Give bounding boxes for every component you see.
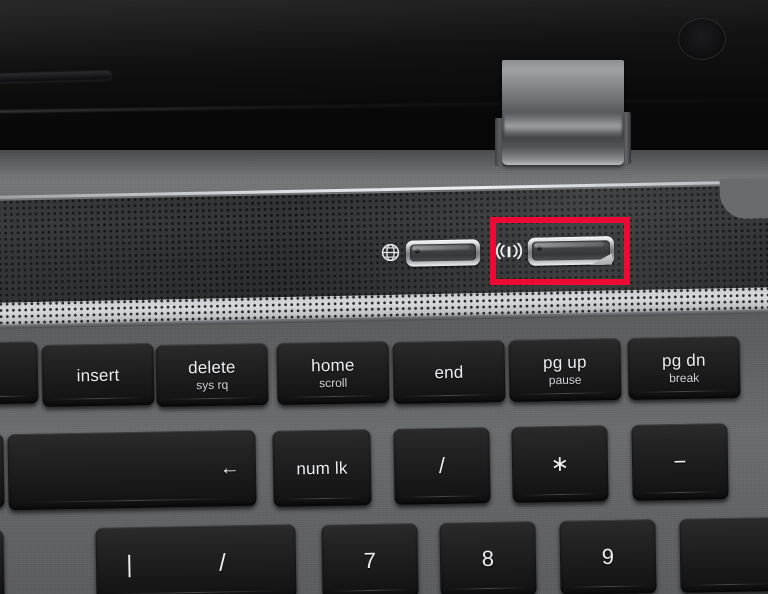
- key-numpad-minus[interactable]: −: [631, 423, 729, 501]
- key-numpad-divide[interactable]: /: [393, 427, 491, 505]
- deck-top-shadow: [0, 150, 768, 180]
- globe-icon: [381, 243, 400, 262]
- key-backspace-primary-label: ←: [219, 456, 241, 479]
- key-partial-left-2[interactable]: [0, 433, 5, 509]
- web-browser-button[interactable]: [405, 239, 481, 267]
- annotation-rectangle: [490, 217, 630, 285]
- keyboard: insert delete sys rq home scroll end pg up paus…: [0, 330, 768, 594]
- key-numpad-7-primary-label: 7: [363, 547, 377, 574]
- key-num-lock[interactable]: num lk: [272, 429, 372, 507]
- key-page-up[interactable]: pg up pause: [508, 337, 622, 403]
- key-numpad-7[interactable]: 7: [321, 523, 419, 594]
- hinge-gloss: [504, 112, 622, 138]
- key-page-down[interactable]: pg dn break: [627, 335, 741, 401]
- key-delete-secondary-label: sys rq: [196, 377, 229, 393]
- key-page-down-primary-label: pg dn: [661, 350, 706, 371]
- key-numpad-minus-primary-label: −: [673, 448, 687, 475]
- key-end-primary-label: end: [434, 362, 464, 382]
- key-numpad-divide-primary-label: /: [438, 452, 446, 479]
- key-home-primary-label: home: [311, 355, 355, 376]
- key-partial-right[interactable]: [679, 517, 768, 593]
- key-home-secondary-label: scroll: [319, 375, 348, 391]
- key-numpad-8-primary-label: 8: [481, 545, 495, 572]
- key-numpad-8[interactable]: 8: [439, 521, 537, 594]
- key-backslash[interactable]: | /: [95, 524, 297, 594]
- key-page-down-secondary-label: break: [669, 370, 700, 386]
- key-delete-primary-label: delete: [187, 357, 236, 378]
- key-numpad-multiply-primary-label: ∗: [550, 450, 570, 477]
- key-backslash-primary-label: | /: [125, 548, 267, 578]
- screenshot-root: insert delete sys rq home scroll end pg up paus…: [0, 0, 768, 594]
- key-page-up-secondary-label: pause: [548, 372, 582, 388]
- key-end[interactable]: end: [392, 339, 506, 405]
- key-numpad-9[interactable]: 9: [559, 519, 657, 594]
- key-backspace[interactable]: ←: [7, 429, 257, 511]
- key-home[interactable]: home scroll: [276, 340, 390, 406]
- key-partial-left-3[interactable]: [0, 529, 5, 594]
- key-page-up-primary-label: pg up: [542, 352, 587, 373]
- key-partial-left[interactable]: [0, 341, 39, 405]
- key-numpad-9-primary-label: 9: [601, 543, 615, 570]
- key-insert[interactable]: insert: [41, 342, 155, 408]
- key-insert-primary-label: insert: [76, 365, 120, 385]
- key-num-lock-primary-label: num lk: [296, 458, 348, 478]
- key-delete[interactable]: delete sys rq: [155, 342, 269, 408]
- key-numpad-multiply[interactable]: ∗: [511, 425, 609, 503]
